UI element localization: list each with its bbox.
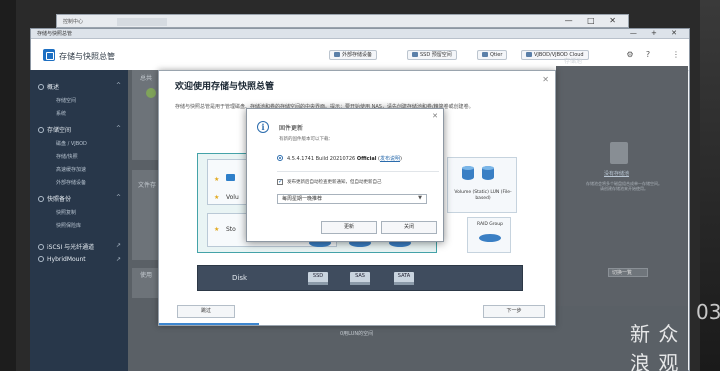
sidebar-link-iscsi[interactable]: iSCSI 与光纤通道 bbox=[38, 242, 94, 251]
sidebar-section-snapshot-backup[interactable]: 快照备份 ^ bbox=[38, 194, 121, 203]
create-storage-pool-link[interactable]: 没有存储池 bbox=[604, 170, 629, 177]
external-link-icon[interactable]: ↗ bbox=[116, 256, 121, 263]
info-icon: i bbox=[257, 121, 269, 133]
ssd-overprovision-button[interactable]: SSD 预留空间 bbox=[407, 50, 457, 60]
version-tag: Official bbox=[356, 156, 377, 162]
diagram-disk-layer: Disk SSD SAS SATA bbox=[197, 265, 523, 291]
ssd-chip: SSD bbox=[308, 272, 328, 285]
sidebar-item-storage-snapshots[interactable]: 存储/快照 bbox=[56, 153, 78, 160]
star-icon: ★ bbox=[214, 176, 220, 183]
divider bbox=[277, 171, 439, 172]
background-window-title: 控制中心 bbox=[63, 19, 84, 25]
more-icon[interactable]: ⋮ bbox=[671, 50, 681, 60]
status-ok-icon bbox=[146, 88, 156, 98]
auto-check-checkbox[interactable] bbox=[277, 178, 283, 185]
diagram-raid-group: RAID Group bbox=[467, 217, 511, 253]
skip-button[interactable]: 跳过 bbox=[177, 305, 235, 318]
raid-disk-icon bbox=[479, 234, 501, 242]
snapshot-icon bbox=[38, 196, 44, 202]
external-storage-button[interactable]: 外部存储设备 bbox=[329, 50, 378, 60]
star-icon: ★ bbox=[214, 194, 220, 201]
update-subtitle: 有新的固件版本可以下载： bbox=[279, 137, 333, 142]
app-titlebar: 存储与快照总管 — + ✕ bbox=[31, 29, 689, 39]
chevron-up-icon: ^ bbox=[116, 194, 122, 201]
version-radio[interactable] bbox=[277, 155, 283, 161]
total-label: 总共 bbox=[140, 75, 153, 82]
sidebar-item-snapshot-vault[interactable]: 快照保险库 bbox=[56, 222, 81, 229]
watermark-logo: 新 众浪 观 bbox=[630, 322, 680, 371]
background-tab bbox=[117, 18, 167, 26]
sidebar: 概述 ^ 存储空间 系统 存储空间 ^ 磁盘 / VJBOD 存储/快照 高速缓存加… bbox=[30, 70, 128, 371]
raid-group-label: RAID Group bbox=[477, 222, 503, 227]
welcome-title: 欢迎使用存储与快照总管 bbox=[175, 82, 275, 92]
next-button[interactable]: 下一步 bbox=[483, 305, 545, 318]
disk-layer-label: Disk bbox=[232, 274, 248, 282]
overview-icon bbox=[38, 84, 44, 90]
sata-chip: SATA bbox=[394, 272, 414, 285]
camera-icon bbox=[226, 174, 235, 181]
iscsi-icon bbox=[38, 244, 44, 250]
qtier-icon bbox=[482, 52, 488, 57]
release-notes-link[interactable]: 发布说明 bbox=[380, 156, 400, 162]
chevron-up-icon: ^ bbox=[116, 82, 122, 89]
storage-app-logo-icon bbox=[43, 49, 55, 61]
welcome-progress-bar bbox=[159, 323, 259, 325]
background-window: 控制中心 — □ ✕ bbox=[56, 14, 629, 28]
close-icon[interactable]: ✕ bbox=[542, 75, 549, 84]
auto-check-label: 发布更新后自动检查更新通知，但自动更新自己 bbox=[287, 180, 382, 185]
update-title: 固件更新 bbox=[279, 125, 304, 132]
sidebar-item-snapshot-replica[interactable]: 快照复制 bbox=[56, 209, 76, 216]
external-device-icon bbox=[334, 52, 340, 57]
app-name: 存储与快照总管 bbox=[59, 52, 115, 61]
chevron-up-icon: ^ bbox=[116, 125, 122, 132]
volume-cylinder-icon bbox=[462, 166, 474, 180]
storage-icon bbox=[38, 127, 44, 133]
hybridmount-icon bbox=[38, 256, 44, 262]
storage-pool-title: 存储池 bbox=[564, 58, 583, 65]
diagram-storage-label: Sto bbox=[226, 226, 236, 233]
sidebar-item-disks[interactable]: 磁盘 / VJBOD bbox=[56, 140, 87, 147]
diagram-static-volume: Volume (Static) LUN (File-based) bbox=[447, 157, 517, 213]
star-icon: ★ bbox=[214, 226, 220, 233]
view-select[interactable]: 切换一覧 bbox=[608, 268, 648, 277]
sidebar-item-system[interactable]: 系统 bbox=[56, 110, 66, 117]
update-button[interactable]: 更新 bbox=[321, 221, 377, 234]
help-icon[interactable]: ? bbox=[643, 50, 653, 60]
ssd-icon bbox=[412, 52, 418, 57]
use-label: 使用 bbox=[140, 272, 153, 279]
schedule-select[interactable]: 每周星期一晚推荐 ▼ bbox=[277, 194, 427, 204]
volume-cylinder-icon bbox=[482, 166, 494, 180]
sidebar-section-storage[interactable]: 存储空间 ^ bbox=[38, 125, 121, 134]
diagram-volume-label: Volu bbox=[226, 194, 239, 201]
version-info: 4.5.4.1741 Build 20210726 Official (发布说明… bbox=[287, 156, 402, 162]
external-link-icon[interactable]: ↗ bbox=[116, 242, 121, 249]
sidebar-item-cache[interactable]: 高速缓存加速 bbox=[56, 166, 86, 173]
qtier-button[interactable]: Qtier bbox=[477, 50, 508, 60]
sas-chip: SAS bbox=[350, 272, 370, 285]
screen-left-edge bbox=[0, 0, 16, 371]
watermark-number: 03 bbox=[696, 300, 720, 324]
storage-pool-icon bbox=[610, 142, 628, 164]
close-icon[interactable]: ✕ bbox=[432, 112, 438, 120]
deleted-label: 文件存 bbox=[138, 182, 157, 189]
background-window-controls[interactable]: — □ ✕ bbox=[565, 16, 622, 25]
window-controls[interactable]: — + ✕ bbox=[630, 29, 683, 37]
footer-note: 0用LUN的空间 bbox=[340, 331, 374, 337]
app-window-title: 存储与快照总管 bbox=[37, 31, 73, 37]
gear-icon[interactable]: ⚙ bbox=[625, 50, 635, 60]
vjbod-icon bbox=[526, 52, 532, 57]
sidebar-item-storage-space[interactable]: 存储空间 bbox=[56, 97, 76, 104]
chevron-down-icon: ▼ bbox=[418, 195, 422, 201]
firmware-update-dialog: ✕ i 固件更新 有新的固件版本可以下载： 4.5.4.1741 Build 2… bbox=[246, 108, 444, 242]
sidebar-link-hybridmount[interactable]: HybridMount bbox=[38, 256, 86, 263]
close-button[interactable]: 关闭 bbox=[381, 221, 437, 234]
static-volume-label: Volume (Static) LUN (File-based) bbox=[454, 190, 512, 201]
sidebar-section-overview[interactable]: 概述 ^ bbox=[38, 82, 121, 91]
storage-pool-description: 存储池会将多个磁盘组合成单一存储空间。请创建存储池来开始使用。 bbox=[586, 181, 662, 191]
sidebar-item-external-devices[interactable]: 外部存储设备 bbox=[56, 179, 86, 186]
